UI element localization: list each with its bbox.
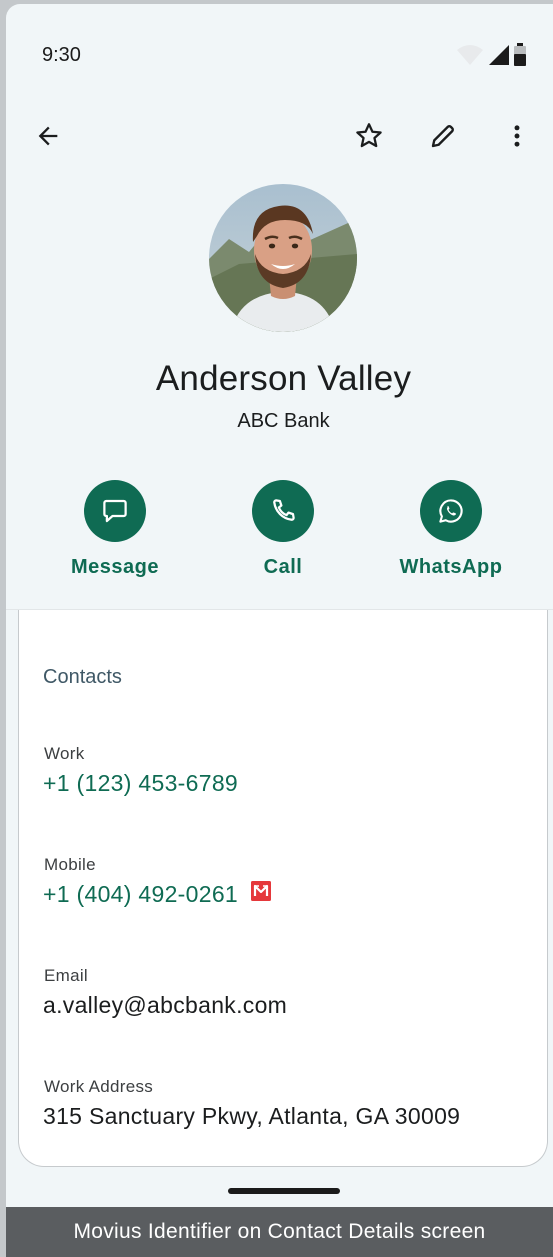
call-label: Call xyxy=(263,556,303,578)
edit-pencil-icon[interactable] xyxy=(423,116,463,156)
email-label: Email xyxy=(44,966,89,985)
signal-icon xyxy=(487,43,511,72)
mobile-phone-value[interactable]: +1 (404) 492-0261 xyxy=(43,881,238,907)
star-icon[interactable] xyxy=(349,116,389,156)
work-address-label: Work Address xyxy=(44,1077,154,1096)
back-arrow-icon[interactable] xyxy=(28,116,68,156)
whatsapp-label: WhatsApp xyxy=(399,556,503,578)
battery-icon xyxy=(513,42,527,72)
wifi-icon xyxy=(455,43,485,72)
call-button[interactable]: Call xyxy=(193,480,373,579)
status-icons xyxy=(455,42,527,72)
contact-organization: ABC Bank xyxy=(237,410,330,432)
app-bar xyxy=(6,104,553,168)
status-bar: 9:30 xyxy=(6,4,553,104)
contact-avatar xyxy=(209,184,357,332)
contacts-card: Contacts Work +1 (123) 453-6789 Mobile +… xyxy=(18,610,548,1167)
status-time: 9:30 xyxy=(42,44,81,66)
work-address-value[interactable]: 315 Sanctuary Pkwy, Atlanta, GA 30009 xyxy=(43,1103,460,1130)
phone-screen: 9:30 Anderson Valley ABC Bank Message Ca… xyxy=(6,4,553,1207)
whatsapp-button[interactable]: WhatsApp xyxy=(361,480,541,579)
email-value[interactable]: a.valley@abcbank.com xyxy=(43,992,287,1019)
caption-banner: Movius Identifier on Contact Details scr… xyxy=(6,1207,553,1257)
work-phone-label: Work xyxy=(44,744,85,763)
contact-name: Anderson Valley xyxy=(155,359,412,398)
work-phone-value[interactable]: +1 (123) 453-6789 xyxy=(43,770,238,797)
mobile-phone-row[interactable]: +1 (404) 492-0261 xyxy=(43,880,272,908)
phone-icon[interactable] xyxy=(252,480,314,542)
message-button[interactable]: Message xyxy=(25,480,205,579)
whatsapp-icon[interactable] xyxy=(420,480,482,542)
contacts-section-title: Contacts xyxy=(43,666,122,688)
mobile-phone-label: Mobile xyxy=(44,855,96,874)
more-vert-icon[interactable] xyxy=(497,116,537,156)
message-icon[interactable] xyxy=(84,480,146,542)
movius-icon xyxy=(250,880,272,908)
message-label: Message xyxy=(71,556,159,578)
gesture-nav-bar[interactable] xyxy=(228,1188,340,1194)
